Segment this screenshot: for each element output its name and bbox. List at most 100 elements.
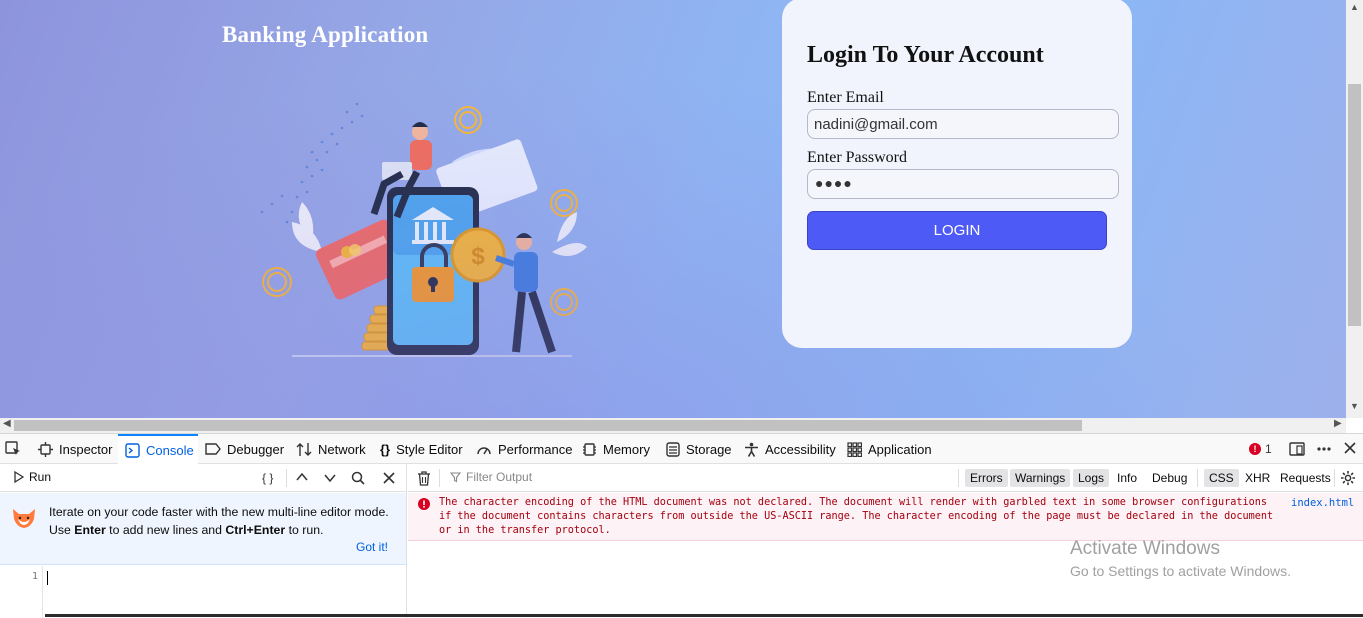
responsive-design-icon[interactable] bbox=[1289, 441, 1305, 457]
memory-icon bbox=[583, 442, 596, 456]
filter-logs-button[interactable]: Logs bbox=[1073, 469, 1110, 487]
tab-style-editor-label: Style Editor bbox=[396, 441, 463, 457]
inspector-icon bbox=[38, 441, 53, 457]
close-editor-icon[interactable] bbox=[383, 472, 395, 484]
filter-info-button[interactable]: Info bbox=[1112, 469, 1142, 487]
tab-application[interactable]: Application bbox=[847, 434, 932, 464]
login-card: Login To Your Account Enter Email Enter … bbox=[782, 0, 1132, 348]
editor-gutter: 1 bbox=[0, 566, 43, 618]
tab-console[interactable]: Console bbox=[118, 434, 198, 464]
tab-performance[interactable]: Performance bbox=[476, 434, 572, 464]
filter-css-button[interactable]: CSS bbox=[1204, 469, 1239, 487]
tab-memory[interactable]: Memory bbox=[582, 434, 650, 464]
error-count: 1 bbox=[1265, 442, 1272, 456]
history-down-icon[interactable] bbox=[324, 473, 336, 483]
filter-requests-button[interactable]: Requests bbox=[1275, 469, 1336, 487]
filter-debug-button[interactable]: Debug bbox=[1147, 469, 1192, 487]
got-it-link[interactable]: Got it! bbox=[356, 540, 388, 554]
console-icon bbox=[125, 442, 140, 458]
tab-debugger[interactable]: Debugger bbox=[205, 434, 284, 464]
email-field[interactable] bbox=[807, 109, 1119, 139]
password-field[interactable] bbox=[807, 169, 1119, 199]
firefox-fox-icon bbox=[13, 509, 35, 528]
editor-onboarding-banner: Iterate on your code faster with the new… bbox=[0, 493, 406, 565]
error-icon: ! bbox=[1249, 443, 1261, 455]
console-editor: Run { } Iterate on your code faster with… bbox=[0, 464, 407, 618]
tab-inspector[interactable]: Inspector bbox=[38, 434, 112, 464]
tab-application-label: Application bbox=[868, 441, 932, 457]
filter-warnings-button[interactable]: Warnings bbox=[1010, 469, 1071, 487]
filter-placeholder: Filter Output bbox=[466, 470, 533, 484]
app-title: Banking Application bbox=[222, 22, 429, 47]
style-editor-icon: {} bbox=[380, 441, 391, 457]
clear-console-icon[interactable] bbox=[417, 471, 431, 486]
onboarding-line1: Iterate on your code faster with the new… bbox=[49, 505, 389, 519]
onboarding-end: to run. bbox=[285, 523, 324, 537]
error-count-badge[interactable]: ! 1 bbox=[1249, 442, 1272, 456]
onboarding-use: Use bbox=[49, 523, 75, 537]
tab-inspector-label: Inspector bbox=[59, 441, 113, 457]
tab-debugger-label: Debugger bbox=[227, 441, 285, 457]
debugger-icon bbox=[205, 443, 221, 455]
devtools-tab-bar: Inspector Console Debugger Network {} St… bbox=[0, 434, 1363, 464]
filter-errors-button[interactable]: Errors bbox=[965, 469, 1008, 487]
svg-text:$: $ bbox=[471, 243, 485, 270]
more-options-icon[interactable] bbox=[1316, 441, 1332, 457]
activate-windows-watermark: Activate Windows Go to Settings to activ… bbox=[1070, 538, 1291, 579]
performance-icon bbox=[477, 446, 491, 454]
line-number: 1 bbox=[32, 571, 39, 582]
divider bbox=[286, 469, 287, 487]
scroll-up-icon[interactable]: ▲ bbox=[1350, 2, 1359, 12]
divider bbox=[1334, 469, 1335, 487]
divider bbox=[1197, 469, 1198, 487]
history-up-icon[interactable] bbox=[296, 472, 308, 482]
filter-xhr-button[interactable]: XHR bbox=[1240, 469, 1275, 487]
tab-storage-label: Storage bbox=[686, 441, 732, 457]
error-message-text: The character encoding of the HTML docum… bbox=[439, 497, 1274, 536]
console-error-message[interactable]: The character encoding of the HTML docum… bbox=[408, 493, 1363, 541]
onboarding-message: Iterate on your code faster with the new… bbox=[49, 503, 399, 539]
accessibility-icon bbox=[745, 442, 758, 457]
error-icon bbox=[418, 498, 430, 510]
tab-style-editor[interactable]: {} Style Editor bbox=[380, 434, 463, 464]
scroll-right-icon[interactable]: ▶ bbox=[1334, 418, 1342, 429]
console-toolbar: Filter Output Errors Warnings Logs Info … bbox=[408, 464, 1363, 492]
error-source-link[interactable]: index.html bbox=[1291, 497, 1354, 509]
reverse-search-icon[interactable] bbox=[351, 471, 365, 485]
storage-icon bbox=[666, 441, 680, 457]
editor-toolbar: Run { } bbox=[0, 464, 406, 492]
tab-storage[interactable]: Storage bbox=[666, 434, 732, 464]
email-label: Enter Email bbox=[807, 89, 884, 106]
tab-performance-label: Performance bbox=[498, 441, 573, 457]
run-label: Run bbox=[29, 470, 52, 484]
run-button[interactable]: Run bbox=[14, 470, 51, 484]
vertical-scroll-thumb[interactable] bbox=[1348, 84, 1361, 326]
tab-memory-label: Memory bbox=[603, 441, 650, 457]
pretty-print-button[interactable]: { } bbox=[262, 471, 273, 485]
element-picker-icon[interactable] bbox=[5, 441, 21, 457]
onboarding-mid: to add new lines and bbox=[105, 523, 226, 537]
watermark-subtitle: Go to Settings to activate Windows. bbox=[1070, 563, 1291, 579]
tab-accessibility[interactable]: Accessibility bbox=[744, 434, 836, 464]
watermark-title: Activate Windows bbox=[1070, 538, 1220, 559]
horizontal-scroll-thumb[interactable] bbox=[14, 420, 1082, 431]
filter-icon bbox=[450, 471, 461, 482]
tab-network[interactable]: Network bbox=[296, 434, 366, 464]
tab-console-label: Console bbox=[146, 442, 194, 458]
login-button[interactable]: LOGIN bbox=[807, 211, 1107, 250]
page-horizontal-scrollbar[interactable]: ◀ ▶ bbox=[0, 418, 1346, 433]
close-devtools-icon[interactable] bbox=[1343, 441, 1357, 455]
banking-illustration: $ bbox=[260, 102, 587, 357]
scroll-down-icon[interactable]: ▼ bbox=[1350, 401, 1359, 411]
password-label: Enter Password bbox=[807, 149, 907, 166]
onboarding-enter-key: Enter bbox=[74, 523, 106, 537]
page-vertical-scrollbar[interactable]: ▲ ▼ bbox=[1346, 0, 1363, 418]
filter-output-input[interactable]: Filter Output bbox=[450, 470, 532, 484]
console-settings-gear-icon[interactable] bbox=[1340, 470, 1356, 486]
editor-text-area[interactable] bbox=[47, 571, 48, 585]
tab-network-label: Network bbox=[318, 441, 366, 457]
play-icon bbox=[14, 471, 24, 483]
scroll-left-icon[interactable]: ◀ bbox=[3, 418, 11, 429]
page-viewport: Banking Application $ Login To Your Acco… bbox=[0, 0, 1346, 418]
tab-accessibility-label: Accessibility bbox=[765, 441, 836, 457]
